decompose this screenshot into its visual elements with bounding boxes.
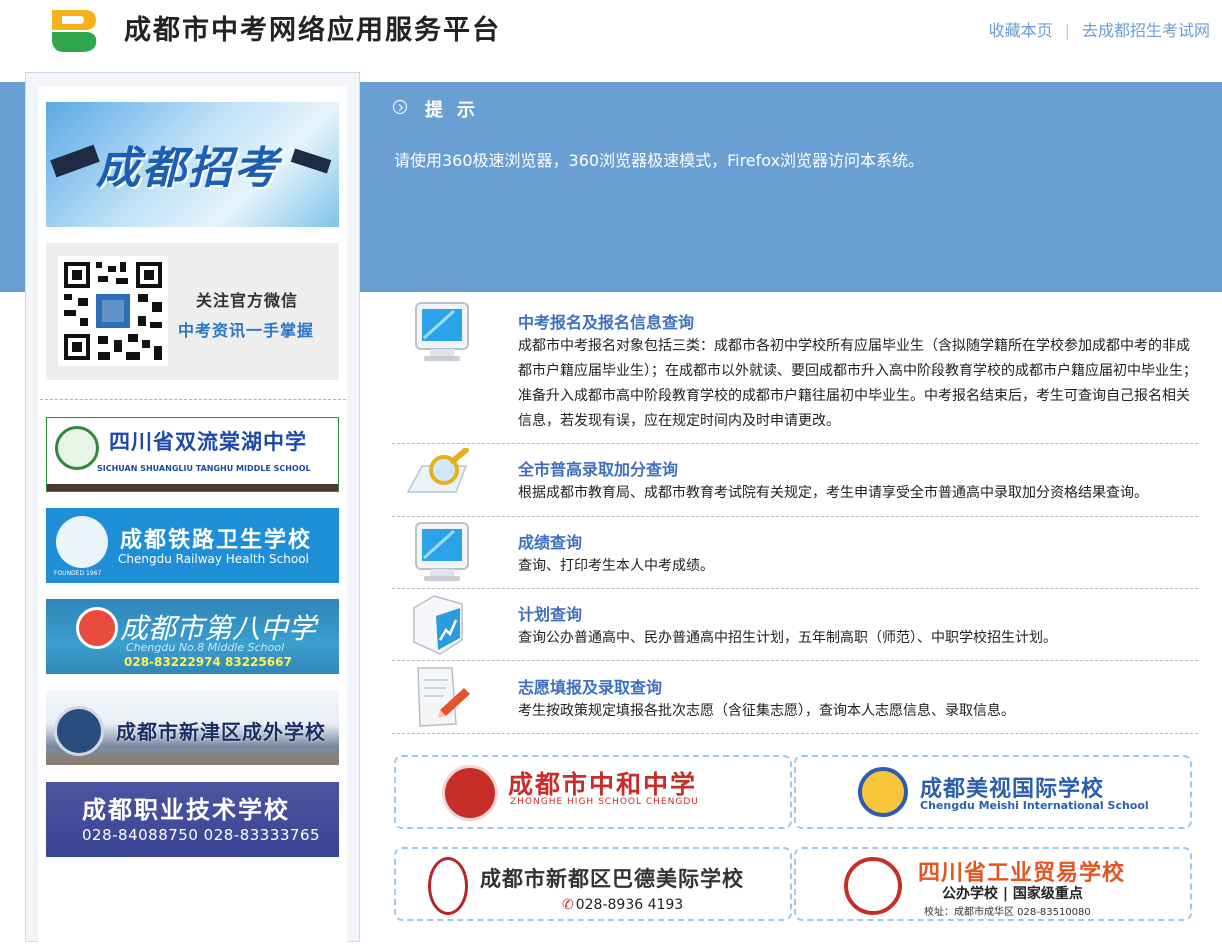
partner-subtitle: ZHONGHE HIGH SCHOOL CHENGDU <box>510 797 699 807</box>
partner-zhonghe-high-school[interactable]: 成都市中和中学 ZHONGHE HIGH SCHOOL CHENGDU <box>394 755 792 829</box>
service-title-bonus[interactable]: 全市普高录取加分查询 <box>518 456 678 480</box>
school-emblem-icon <box>844 857 902 915</box>
link-divider: | <box>1064 21 1070 40</box>
school-emblem-icon <box>54 706 104 756</box>
graduation-cap-icon <box>50 144 100 178</box>
ad-phone: 028-83222974 83225667 <box>124 655 292 669</box>
chengdu-zhaokao-banner[interactable]: 成都招考 <box>46 102 339 227</box>
service-desc: 成都市中考报名对象包括三类：成都市各初中学校所有应届毕业生（含拟随学籍所在学校参… <box>518 338 1197 429</box>
service-desc: 根据成都市教育局、成都市教育考试院有关规定，考生申请享受全市普通高中录取加分资格… <box>518 485 1148 501</box>
service-divider <box>392 588 1198 589</box>
ad-subtitle: Chengdu Railway Health School <box>118 552 309 566</box>
ad-subtitle: SICHUAN SHUANGLIU TANGHU MIDDLE SCHOOL <box>97 464 311 473</box>
partner-industry-trade-school[interactable]: 四川省工业贸易学校 公办学校 | 国家级重点 校址：成都市成华区 028-835… <box>794 847 1192 921</box>
school-emblem-icon <box>55 426 99 470</box>
banner-title: 成都招考 <box>96 143 280 194</box>
chart-box-icon <box>413 595 463 655</box>
service-title-volunteer[interactable]: 志愿填报及录取查询 <box>518 674 662 698</box>
school-emblem-icon <box>76 607 118 649</box>
ad-railway-health-school[interactable]: 成都铁路卫生学校 Chengdu Railway Health School F… <box>46 508 339 583</box>
site-header: 成都市中考网络应用服务平台 收藏本页 | 去成都招生考试网 <box>0 0 1222 72</box>
partner-phone-number: 028-8936 4193 <box>575 897 684 913</box>
ad-tanghu-middle-school[interactable]: 四川省双流棠湖中学 SICHUAN SHUANGLIU TANGHU MIDDL… <box>46 417 339 492</box>
site-title: 成都市中考网络应用服务平台 <box>124 15 501 45</box>
service-desc: 查询公办普通高中、民办普通高中招生计划，五年制高职（师范）、中职学校招生计划。 <box>518 630 1057 646</box>
bookmark-link[interactable]: 收藏本页 <box>989 21 1053 40</box>
school-emblem-icon <box>428 857 468 915</box>
service-desc: 查询、打印考生本人中考成绩。 <box>518 558 714 574</box>
service-divider <box>392 443 1198 444</box>
notice-title: 提示 <box>425 100 489 121</box>
notice-text: 请使用360极速浏览器，360浏览器极速模式，Firefox浏览器访问本系统。 <box>394 151 925 170</box>
top-links: 收藏本页 | 去成都招生考试网 <box>989 19 1210 43</box>
service-link[interactable]: 成绩查询 <box>518 533 582 552</box>
service-title-scores[interactable]: 成绩查询 <box>518 529 582 553</box>
school-emblem-icon <box>858 767 908 817</box>
service-link[interactable]: 中考报名及报名信息查询 <box>518 313 694 332</box>
service-link[interactable]: 计划查询 <box>518 605 582 624</box>
ad-title: 成都铁路卫生学校 <box>120 528 313 553</box>
monitor-icon <box>415 302 469 361</box>
partner-address: 校址：成都市成华区 028-83510080 <box>924 907 1091 918</box>
ad-no8-middle-school[interactable]: 成都市第八中学 Chengdu No.8 Middle School 028-8… <box>46 599 339 674</box>
sidebar-divider <box>40 399 346 400</box>
partner-bade-meiji-school[interactable]: 成都市新都区巴德美际学校 ✆ 028-8936 4193 <box>394 847 792 921</box>
ad-phone: 028-84088750 028-83333765 <box>82 826 321 844</box>
wechat-line2: 中考资讯一手掌握 <box>178 321 315 340</box>
circle-chevron-right-icon <box>393 100 407 114</box>
ad-title: 成都市新津区成外学校 <box>116 720 326 744</box>
monitor-icon <box>415 522 469 581</box>
service-divider <box>392 660 1198 661</box>
ad-vocational-technical-school[interactable]: 成都职业技术学校 028-84088750 028-83333765 <box>46 782 339 857</box>
ad-title: 四川省双流棠湖中学 <box>109 430 307 454</box>
wechat-promo: 关注官方微信 中考资讯一手掌握 <box>46 243 339 380</box>
service-link[interactable]: 志愿填报及录取查询 <box>518 678 662 697</box>
magnifier-icon <box>406 448 469 493</box>
ad-subtitle: Chengdu No.8 Middle School <box>126 641 285 654</box>
partner-phone: ✆ 028-8936 4193 <box>562 897 683 913</box>
partner-name: 成都市新都区巴德美际学校 <box>480 866 744 891</box>
service-divider <box>392 733 1198 734</box>
ad-title: 成都职业技术学校 <box>82 796 290 824</box>
document-pen-icon <box>417 667 470 727</box>
wechat-line1: 关注官方微信 <box>196 291 299 310</box>
qr-code-icon <box>58 256 168 366</box>
service-title-registration[interactable]: 中考报名及报名信息查询 <box>518 309 694 333</box>
service-title-plan[interactable]: 计划查询 <box>518 601 582 625</box>
service-link[interactable]: 全市普高录取加分查询 <box>518 460 678 479</box>
site-logo-icon <box>52 10 97 52</box>
partner-meishi-international[interactable]: 成都美视国际学校 Chengdu Meishi International Sc… <box>794 755 1192 829</box>
partner-tag: 公办学校 | 国家级重点 <box>942 886 1083 902</box>
graduation-cap-icon <box>290 148 332 174</box>
school-emblem-icon <box>56 516 108 568</box>
service-desc: 考生按政策规定填报各批次志愿（含征集志愿），查询本人志愿信息、录取信息。 <box>518 703 1015 719</box>
service-divider <box>392 516 1198 517</box>
school-emblem-icon <box>442 765 498 821</box>
ad-photo-strip <box>47 484 338 491</box>
ad-xinjin-chengwai-school[interactable]: 成都市新津区成外学校 <box>46 690 339 765</box>
exam-site-link[interactable]: 去成都招生考试网 <box>1082 21 1210 40</box>
partner-name: 成都市中和中学 <box>508 770 698 799</box>
ad-founded: FOUNDED 1967 <box>54 570 102 577</box>
phone-icon: ✆ <box>562 897 574 913</box>
partner-subtitle: Chengdu Meishi International School <box>920 799 1149 812</box>
